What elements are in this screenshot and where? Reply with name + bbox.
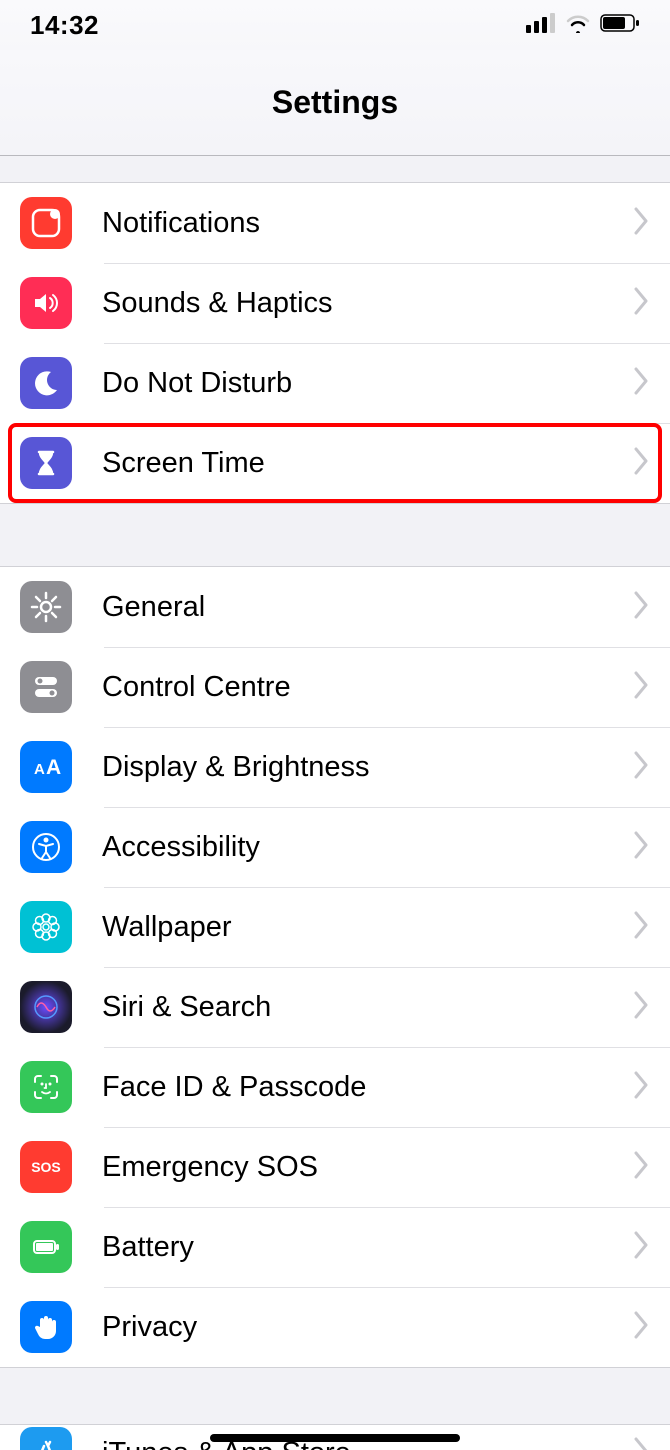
- row-label: Battery: [102, 1231, 634, 1264]
- gear-icon: [20, 581, 72, 633]
- home-indicator[interactable]: [210, 1434, 460, 1442]
- row-label: Privacy: [102, 1311, 634, 1344]
- status-icons: [526, 13, 640, 38]
- row-dnd[interactable]: Do Not Disturb: [0, 343, 670, 423]
- row-label: Screen Time: [102, 447, 634, 480]
- row-privacy[interactable]: Privacy: [0, 1287, 670, 1367]
- row-label: Wallpaper: [102, 911, 634, 944]
- row-label: Sounds & Haptics: [102, 287, 634, 320]
- svg-text:SOS: SOS: [31, 1159, 61, 1175]
- row-sos[interactable]: SOS Emergency SOS: [0, 1127, 670, 1207]
- chevron-right-icon: [634, 367, 650, 400]
- flower-icon: [20, 901, 72, 953]
- row-label: Siri & Search: [102, 991, 634, 1024]
- row-faceid[interactable]: Face ID & Passcode: [0, 1047, 670, 1127]
- row-label: Control Centre: [102, 671, 634, 704]
- row-label: Emergency SOS: [102, 1151, 634, 1184]
- battery-icon: [20, 1221, 72, 1273]
- row-label: Display & Brightness: [102, 751, 634, 784]
- appstore-icon: [20, 1427, 72, 1450]
- chevron-right-icon: [634, 1071, 650, 1104]
- row-label: Do Not Disturb: [102, 367, 634, 400]
- chevron-right-icon: [634, 1437, 650, 1450]
- row-accessibility[interactable]: Accessibility: [0, 807, 670, 887]
- row-siri[interactable]: Siri & Search: [0, 967, 670, 1047]
- row-display[interactable]: AA Display & Brightness: [0, 727, 670, 807]
- sounds-icon: [20, 277, 72, 329]
- settings-group-2: General Control Centre AA Display & Brig…: [0, 566, 670, 1368]
- chevron-right-icon: [634, 671, 650, 704]
- siri-icon: [20, 981, 72, 1033]
- settings-screen: 14:32 Settings Notifications: [0, 0, 670, 1450]
- status-bar: 14:32: [0, 0, 670, 50]
- chevron-right-icon: [634, 991, 650, 1024]
- row-controlcentre[interactable]: Control Centre: [0, 647, 670, 727]
- sos-icon: SOS: [20, 1141, 72, 1193]
- chevron-right-icon: [634, 447, 650, 480]
- notifications-icon: [20, 197, 72, 249]
- status-time: 14:32: [30, 10, 99, 41]
- svg-text:A: A: [34, 761, 45, 778]
- row-screentime[interactable]: Screen Time: [0, 423, 670, 503]
- chevron-right-icon: [634, 1151, 650, 1184]
- chevron-right-icon: [634, 831, 650, 864]
- row-label: Face ID & Passcode: [102, 1071, 634, 1104]
- toggles-icon: [20, 661, 72, 713]
- hourglass-icon: [20, 437, 72, 489]
- moon-icon: [20, 357, 72, 409]
- wifi-icon: [564, 13, 592, 38]
- chevron-right-icon: [634, 911, 650, 944]
- row-label: Accessibility: [102, 831, 634, 864]
- page-title: Settings: [272, 84, 398, 121]
- hand-icon: [20, 1301, 72, 1353]
- row-label: General: [102, 591, 634, 624]
- text-size-icon: AA: [20, 741, 72, 793]
- chevron-right-icon: [634, 287, 650, 320]
- row-label: Notifications: [102, 207, 634, 240]
- row-wallpaper[interactable]: Wallpaper: [0, 887, 670, 967]
- chevron-right-icon: [634, 1311, 650, 1344]
- battery-icon: [600, 13, 640, 38]
- chevron-right-icon: [634, 751, 650, 784]
- settings-group-1: Notifications Sounds & Haptics Do Not Di…: [0, 182, 670, 504]
- chevron-right-icon: [634, 591, 650, 624]
- accessibility-icon: [20, 821, 72, 873]
- header: Settings: [0, 50, 670, 156]
- row-battery[interactable]: Battery: [0, 1207, 670, 1287]
- svg-text:A: A: [46, 756, 61, 779]
- chevron-right-icon: [634, 207, 650, 240]
- row-notifications[interactable]: Notifications: [0, 183, 670, 263]
- row-sounds[interactable]: Sounds & Haptics: [0, 263, 670, 343]
- row-general[interactable]: General: [0, 567, 670, 647]
- faceid-icon: [20, 1061, 72, 1113]
- chevron-right-icon: [634, 1231, 650, 1264]
- cellular-icon: [526, 13, 556, 38]
